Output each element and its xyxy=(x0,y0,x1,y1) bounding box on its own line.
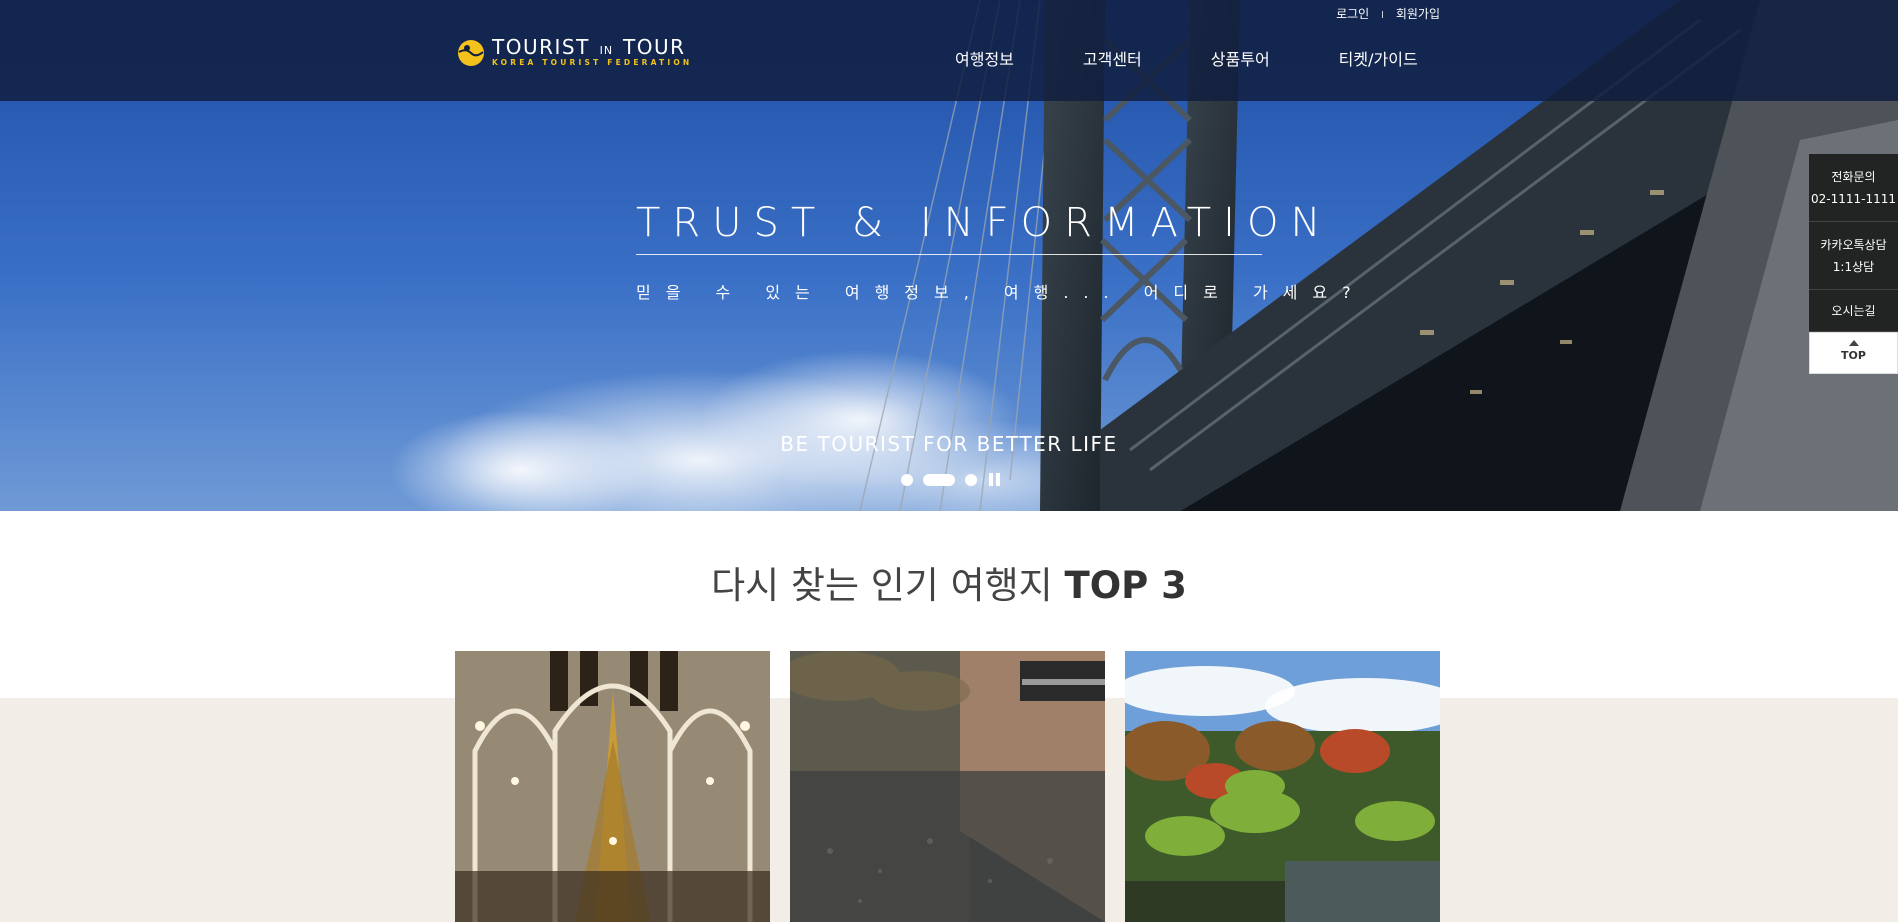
directions-label: 오시는길 xyxy=(1831,304,1876,318)
card-japanese-garden[interactable] xyxy=(1125,651,1440,922)
phone-label: 전화문의 xyxy=(1831,170,1876,184)
directions-button[interactable]: 오시는길 xyxy=(1809,290,1898,332)
login-link[interactable]: 로그인 xyxy=(1336,5,1369,22)
main-nav: 여행정보 고객센터 상품투어 티켓/가이드 xyxy=(955,46,1418,70)
section-title: 다시 찾는 인기 여행지 TOP 3 xyxy=(0,555,1898,609)
hero-divider xyxy=(636,254,1262,255)
top-header: TOURIST IN TOUR KOREA TOURIST FEDERATION… xyxy=(0,0,1898,101)
signup-link[interactable]: 회원가입 xyxy=(1396,5,1440,22)
kakao-label: 카카오톡상담 xyxy=(1820,238,1887,252)
nav-item-product-tour[interactable]: 상품투어 xyxy=(1211,46,1270,70)
pause-icon[interactable] xyxy=(989,473,1003,486)
site-logo[interactable]: TOURIST IN TOUR KOREA TOURIST FEDERATION xyxy=(456,35,696,70)
logo-subtitle: KOREA TOURIST FEDERATION xyxy=(492,58,693,67)
logo-title: TOURIST IN TOUR xyxy=(492,35,686,59)
quick-menu: 전화문의 02-1111-1111 카카오톡상담 1:1상담 오시는길 TOP xyxy=(1809,154,1898,374)
top-label: TOP xyxy=(1841,349,1866,362)
logo-title-small: IN xyxy=(599,44,614,57)
hero-banner: TOURIST IN TOUR KOREA TOURIST FEDERATION… xyxy=(0,0,1898,511)
hero-tagline: BE TOURIST FOR BETTER LIFE xyxy=(780,432,1118,456)
japanese-garden-photo xyxy=(1125,651,1440,922)
cathedral-photo xyxy=(455,651,770,922)
hero-title: TRUST & INFORMATION xyxy=(636,200,1333,246)
pager-dot-1[interactable] xyxy=(901,473,913,486)
hero-subtitle: 믿을 수 있는 여행정보, 여행... 어디로 가세요? xyxy=(636,283,1366,302)
logo-title-main: TOURIST xyxy=(492,35,590,59)
slider-pager xyxy=(901,473,1003,486)
top3-cards xyxy=(455,651,1440,922)
nav-item-ticket-guide[interactable]: 티켓/가이드 xyxy=(1339,46,1418,70)
logo-title-end: TOUR xyxy=(623,35,686,59)
section-title-prefix: 다시 찾는 인기 여행지 xyxy=(711,564,1065,607)
logo-globe-icon xyxy=(458,40,484,66)
phone-inquiry-button[interactable]: 전화문의 02-1111-1111 xyxy=(1809,154,1898,222)
pager-dot-3[interactable] xyxy=(965,473,977,486)
card-reflecting-pool[interactable] xyxy=(790,651,1105,922)
scroll-top-button[interactable]: TOP xyxy=(1809,332,1898,374)
nav-item-customer-center[interactable]: 고객센터 xyxy=(1083,46,1142,70)
section-title-bold: TOP 3 xyxy=(1064,564,1187,607)
kakao-sub: 1:1상담 xyxy=(1832,260,1875,274)
arrow-up-icon xyxy=(1848,340,1859,346)
nav-item-travel-info[interactable]: 여행정보 xyxy=(955,46,1014,70)
pager-dot-2-active[interactable] xyxy=(923,473,955,486)
util-separator: I xyxy=(1381,10,1384,21)
card-cathedral[interactable] xyxy=(455,651,770,922)
phone-number: 02-1111-1111 xyxy=(1810,192,1896,206)
utility-links: 로그인 I 회원가입 xyxy=(1336,5,1440,22)
kakao-chat-button[interactable]: 카카오톡상담 1:1상담 xyxy=(1809,222,1898,290)
reflecting-pool-photo xyxy=(790,651,1105,922)
